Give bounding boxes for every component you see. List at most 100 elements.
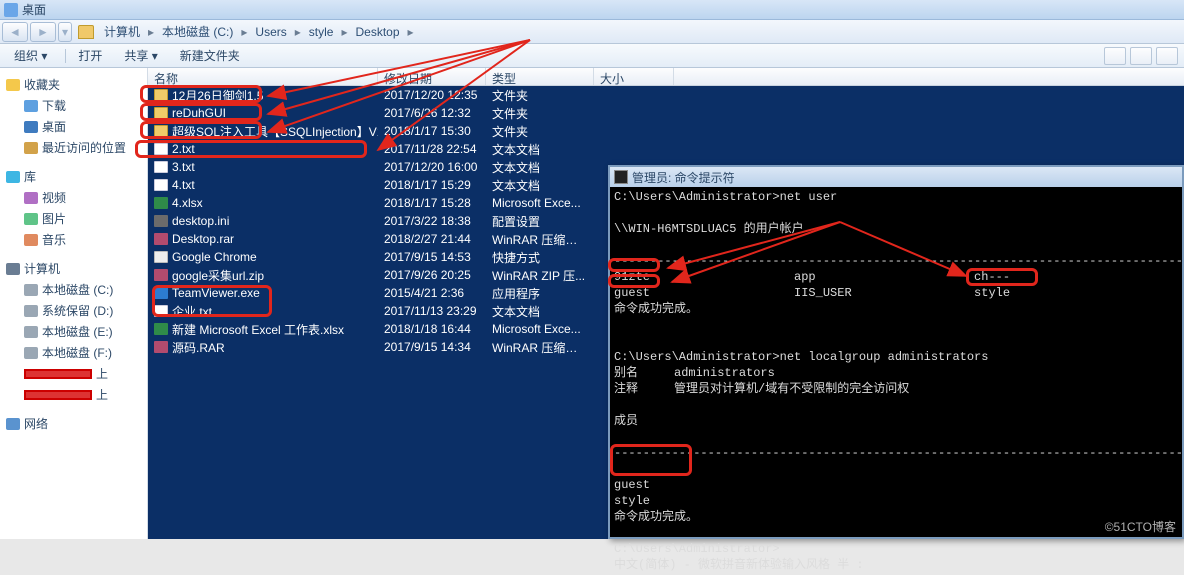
sidebar-libraries[interactable]: 库 (4, 166, 143, 187)
file-icon (154, 143, 168, 155)
file-type: 文本文档 (486, 303, 594, 320)
file-icon (154, 215, 168, 227)
disk-icon (24, 326, 38, 338)
file-row[interactable]: 12月26日御剑1.52017/12/20 12:35文件夹 (148, 86, 1184, 104)
file-date: 2015/4/21 2:36 (378, 286, 486, 300)
navbar: ◄ ► ▾ 计算机▸ 本地磁盘 (C:)▸ Users▸ style▸ Desk… (0, 20, 1184, 44)
file-date: 2017/9/15 14:34 (378, 340, 486, 354)
sidebar-item-redacted[interactable]: 上 (4, 384, 143, 405)
file-type: WinRAR ZIP 压... (486, 267, 594, 284)
history-dropdown[interactable]: ▾ (58, 22, 72, 42)
file-type: 配置设置 (486, 213, 594, 230)
sidebar-item-pictures[interactable]: 图片 (4, 208, 143, 229)
file-icon (154, 305, 168, 317)
file-icon (154, 125, 168, 137)
downloads-icon (24, 100, 38, 112)
file-icon (154, 251, 168, 263)
file-icon (154, 107, 168, 119)
back-button[interactable]: ◄ (2, 22, 28, 42)
sidebar-item-label: 视频 (42, 189, 66, 206)
file-date: 2018/2/27 21:44 (378, 232, 486, 246)
cmd-window[interactable]: 管理员: 命令提示符 C:\Users\Administrator>net us… (608, 165, 1184, 539)
sidebar-computer[interactable]: 计算机 (4, 258, 143, 279)
sidebar-label: 收藏夹 (24, 76, 60, 93)
sidebar-item-redacted[interactable]: 上 (4, 363, 143, 384)
col-size[interactable]: 大小 (594, 68, 674, 85)
redacted-icon (24, 390, 92, 400)
sidebar-label: 库 (24, 168, 36, 185)
breadcrumb-seg[interactable]: style (303, 23, 340, 41)
sidebar-network[interactable]: 网络 (4, 413, 143, 434)
breadcrumb-seg[interactable]: 本地磁盘 (C:) (156, 21, 239, 42)
video-icon (24, 192, 38, 204)
file-date: 2018/1/17 15:29 (378, 178, 486, 192)
sidebar-item-label: 系统保留 (D:) (42, 302, 113, 319)
disk-icon (24, 347, 38, 359)
picture-icon (24, 213, 38, 225)
sidebar-item-desktop[interactable]: 桌面 (4, 116, 143, 137)
file-icon (154, 161, 168, 173)
view-button[interactable] (1104, 47, 1126, 65)
sidebar-item-music[interactable]: 音乐 (4, 229, 143, 250)
file-type: 文本文档 (486, 177, 594, 194)
file-name: 2.txt (172, 142, 195, 156)
sidebar-item-disk[interactable]: 本地磁盘 (E:) (4, 321, 143, 342)
file-type: 文件夹 (486, 87, 594, 104)
sidebar-item-downloads[interactable]: 下载 (4, 95, 143, 116)
file-date: 2018/1/17 15:30 (378, 124, 486, 138)
file-type: 应用程序 (486, 285, 594, 302)
open-button[interactable]: 打开 (70, 45, 110, 66)
file-date: 2017/6/26 12:32 (378, 106, 486, 120)
file-date: 2017/11/28 22:54 (378, 142, 486, 156)
sidebar-item-label: 本地磁盘 (C:) (42, 281, 113, 298)
file-icon (154, 89, 168, 101)
preview-pane-button[interactable] (1130, 47, 1152, 65)
file-row[interactable]: reDuhGUI 2017/6/26 12:32文件夹 (148, 104, 1184, 122)
sidebar-item-disk[interactable]: 本地磁盘 (C:) (4, 279, 143, 300)
forward-button[interactable]: ► (30, 22, 56, 42)
sidebar-label: 计算机 (24, 260, 60, 277)
share-button[interactable]: 共享 ▾ (116, 45, 165, 66)
file-date: 2017/11/13 23:29 (378, 304, 486, 318)
col-type[interactable]: 类型 (486, 68, 594, 85)
sidebar-item-disk[interactable]: 系统保留 (D:) (4, 300, 143, 321)
col-name[interactable]: 名称 (148, 68, 378, 85)
file-row[interactable]: 2.txt2017/11/28 22:54文本文档 (148, 140, 1184, 158)
computer-icon (6, 263, 20, 275)
file-type: WinRAR 压缩文件 (486, 231, 594, 248)
file-row[interactable]: 超级SQL注入工具【SSQLInjection】V1...2018/1/17 1… (148, 122, 1184, 140)
file-date: 2017/3/22 18:38 (378, 214, 486, 228)
column-headers: 名称 修改日期 类型 大小 (148, 68, 1184, 86)
breadcrumb-seg[interactable]: Desktop (350, 23, 406, 41)
sidebar-item-disk[interactable]: 本地磁盘 (F:) (4, 342, 143, 363)
sidebar-item-label: 下载 (42, 97, 66, 114)
file-icon (154, 233, 168, 245)
cmd-titlebar[interactable]: 管理员: 命令提示符 (610, 167, 1182, 187)
window-titlebar: 桌面 (0, 0, 1184, 20)
file-type: 文本文档 (486, 159, 594, 176)
library-icon (6, 171, 20, 183)
file-name: Google Chrome (172, 250, 257, 264)
new-folder-button[interactable]: 新建文件夹 (172, 45, 248, 66)
file-date: 2017/9/26 20:25 (378, 268, 486, 282)
desktop-icon (24, 121, 38, 133)
organize-button[interactable]: 组织 ▾ (6, 45, 55, 66)
help-button[interactable] (1156, 47, 1178, 65)
music-icon (24, 234, 38, 246)
file-name: TeamViewer.exe (172, 286, 260, 300)
file-name: 源码.RAR (172, 339, 225, 356)
sidebar-item-recent[interactable]: 最近访问的位置 (4, 137, 143, 158)
breadcrumb-seg[interactable]: 计算机 (98, 21, 146, 42)
sidebar-item-label: 最近访问的位置 (42, 139, 126, 156)
file-name: 3.txt (172, 160, 195, 174)
sidebar-favorites[interactable]: 收藏夹 (4, 74, 143, 95)
file-name: reDuhGUI (172, 106, 226, 120)
file-icon (154, 179, 168, 191)
sidebar-item-videos[interactable]: 视频 (4, 187, 143, 208)
file-icon (154, 323, 168, 335)
file-type: 文件夹 (486, 105, 594, 122)
col-date[interactable]: 修改日期 (378, 68, 486, 85)
breadcrumb-seg[interactable]: Users (249, 23, 292, 41)
cmd-title-text: 管理员: 命令提示符 (632, 169, 735, 186)
file-type: 快捷方式 (486, 249, 594, 266)
